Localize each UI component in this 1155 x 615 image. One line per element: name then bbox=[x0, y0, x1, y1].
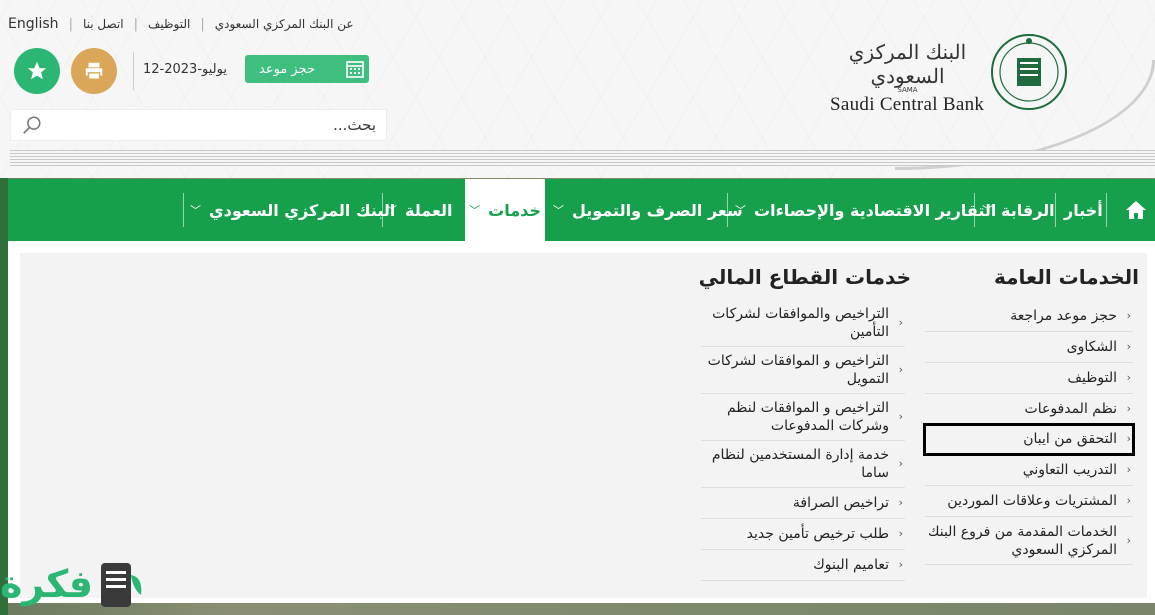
top-links: English | اتصل بنا | التوظيف | عن البنك … bbox=[8, 16, 354, 32]
general-service-item[interactable]: ‹ التوظيف bbox=[925, 363, 1133, 394]
general-service-item-iban[interactable]: ‹ التحقق من ايبان bbox=[923, 423, 1135, 456]
nav-central-bank-label: البنك المركزي السعودي bbox=[209, 200, 396, 220]
home-icon bbox=[1125, 201, 1146, 219]
nav-central-bank[interactable]: البنك المركزي السعودي ﹀ bbox=[190, 179, 395, 241]
chevron-down-icon: ﹀ bbox=[190, 204, 201, 217]
services-dropdown-panel: الخدمات العامة ‹ حجز موعد مراجعة ‹ الشكاوى… bbox=[8, 241, 1155, 603]
chevron-left-icon: ‹ bbox=[1126, 371, 1131, 384]
contact-link[interactable]: اتصل بنا bbox=[83, 17, 124, 31]
star-icon bbox=[27, 61, 47, 80]
nav-reports[interactable]: التقارير الاقتصادية والإحصاءات ﹀ bbox=[735, 179, 996, 241]
bank-logo-text: البنك المركزي السعودي SAMA Saudi Central… bbox=[830, 40, 985, 116]
chevron-left-icon: ‹ bbox=[898, 316, 903, 329]
about-link[interactable]: عن البنك المركزي السعودي bbox=[215, 17, 354, 31]
logo-sama: SAMA bbox=[897, 86, 918, 94]
watermark-text: فكرة bbox=[0, 562, 94, 606]
background-image-edge bbox=[0, 178, 8, 615]
chevron-left-icon: ‹ bbox=[898, 363, 903, 376]
english-link[interactable]: English bbox=[8, 16, 59, 32]
chevron-left-icon: ‹ bbox=[1126, 340, 1131, 353]
main-navigation: أخبار الرقابة ﹀ التقارير الاقتصادية والإ… bbox=[8, 179, 1155, 241]
search-input[interactable] bbox=[43, 116, 376, 134]
general-service-item[interactable]: ‹ الشكاوى bbox=[925, 332, 1133, 363]
nav-divider bbox=[183, 193, 184, 227]
financial-service-item[interactable]: ‹ التراخيص و الموافقات لنظم وشركات المدفو… bbox=[701, 394, 905, 441]
nav-divider bbox=[1055, 193, 1056, 227]
nav-currency-label: العملة bbox=[405, 200, 453, 220]
financial-service-item[interactable]: ‹ خدمة إدارة المستخدمين لنظام ساما bbox=[701, 441, 905, 488]
financial-services-title: خدمات القطاع المالي bbox=[698, 265, 911, 289]
book-appointment-button[interactable]: حجز موعد bbox=[245, 55, 369, 83]
chevron-left-icon: ‹ bbox=[898, 527, 903, 540]
search-icon[interactable] bbox=[21, 114, 43, 136]
logo-arabic: البنك المركزي السعودي bbox=[848, 40, 967, 88]
nav-services-label: خدمات bbox=[488, 200, 541, 220]
nav-news-label: أخبار bbox=[1064, 200, 1103, 220]
nav-exchange-label: سعر الصرف والتمويل bbox=[572, 200, 743, 220]
nav-news[interactable]: أخبار bbox=[1064, 179, 1103, 241]
general-service-item[interactable]: ‹ نظم المدفوعات bbox=[925, 394, 1133, 425]
financial-service-item[interactable]: ‹ تعاميم البنوك bbox=[701, 550, 905, 581]
financial-service-item[interactable]: ‹ تراخيص الصرافة bbox=[701, 488, 905, 519]
nav-exchange[interactable]: سعر الصرف والتمويل ﹀ bbox=[553, 179, 743, 241]
chevron-left-icon: ‹ bbox=[1126, 402, 1131, 415]
chevron-left-icon: ‹ bbox=[1126, 533, 1131, 547]
chevron-left-icon: ‹ bbox=[1126, 462, 1131, 476]
nav-services[interactable]: خدمات ﹀ bbox=[465, 179, 545, 241]
services-dropdown-inner: الخدمات العامة ‹ حجز موعد مراجعة ‹ الشكاوى… bbox=[20, 253, 1147, 598]
financial-service-item[interactable]: ‹ التراخيص والموافقات لشركات التأمين bbox=[701, 300, 905, 347]
general-services-list: ‹ حجز موعد مراجعة ‹ الشكاوى ‹ التوظيف ‹ نظم … bbox=[923, 300, 1135, 565]
nav-reports-label: التقارير الاقتصادية والإحصاءات bbox=[754, 200, 997, 220]
chevron-left-icon: ‹ bbox=[1126, 308, 1131, 322]
chevron-left-icon: ‹ bbox=[1126, 432, 1131, 445]
financial-services-list: ‹ التراخيص والموافقات لشركات التأمين ‹ الت… bbox=[701, 300, 905, 581]
general-service-item[interactable]: ‹ التدريب التعاوني bbox=[925, 454, 1133, 486]
site-watermark: فكرة bbox=[0, 553, 155, 615]
chevron-down-icon: ﹀ bbox=[553, 204, 564, 217]
chevron-left-icon: ‹ bbox=[898, 410, 903, 423]
chevron-left-icon: ‹ bbox=[1126, 494, 1131, 507]
general-service-item[interactable]: ‹ حجز موعد مراجعة bbox=[925, 300, 1133, 332]
logo-english: Saudi Central Bank bbox=[830, 94, 985, 115]
chevron-left-icon: ‹ bbox=[898, 457, 903, 470]
search-box bbox=[10, 109, 387, 141]
calendar-icon bbox=[346, 61, 364, 78]
nav-currency[interactable]: العملة ﹀ bbox=[386, 179, 452, 241]
financial-service-item[interactable]: ‹ طلب ترخيص تأمين جديد bbox=[701, 519, 905, 550]
home-button[interactable] bbox=[1116, 179, 1155, 241]
chevron-left-icon: ‹ bbox=[898, 496, 903, 509]
document-leaf-icon bbox=[101, 563, 142, 607]
printer-icon bbox=[85, 62, 103, 80]
separator: | bbox=[133, 16, 138, 32]
chevron-left-icon: ‹ bbox=[898, 558, 903, 571]
nav-supervision-label: الرقابة bbox=[1001, 200, 1055, 220]
favorite-button[interactable] bbox=[14, 48, 60, 94]
separator: | bbox=[68, 16, 73, 32]
current-date: 12-يوليو-2023 bbox=[143, 62, 227, 77]
general-service-item[interactable]: ‹ الخدمات المقدمة من فروع البنك المركزي ا… bbox=[925, 517, 1133, 565]
general-service-item[interactable]: ‹ المشتريات وعلاقات الموردين bbox=[925, 486, 1133, 517]
chevron-down-icon: ﹀ bbox=[469, 204, 481, 217]
bank-seal-logo[interactable] bbox=[990, 33, 1068, 111]
book-appointment-label: حجز موعد bbox=[259, 61, 315, 77]
divider bbox=[133, 52, 134, 90]
jobs-link[interactable]: التوظيف bbox=[148, 17, 190, 31]
decorative-stripes bbox=[10, 150, 1155, 166]
nav-divider bbox=[1106, 193, 1107, 227]
separator: | bbox=[200, 16, 205, 32]
print-button[interactable] bbox=[71, 48, 117, 94]
financial-service-item[interactable]: ‹ التراخيص و الموافقات لشركات التمويل bbox=[701, 347, 905, 394]
general-services-title: الخدمات العامة bbox=[994, 265, 1139, 289]
